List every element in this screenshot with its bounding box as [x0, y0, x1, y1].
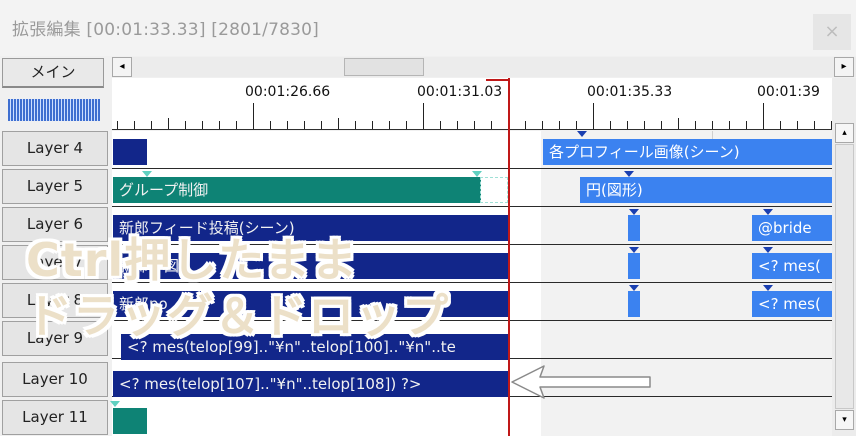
- clip-marker: [629, 247, 639, 253]
- ruler-tick: [542, 121, 543, 129]
- ruler-tick: [304, 121, 305, 129]
- scroll-right-arrow-icon[interactable]: ▸: [834, 57, 854, 77]
- ruler-tick: [134, 121, 135, 129]
- clip-marker: [629, 285, 639, 291]
- scroll-up-arrow-icon[interactable]: ▴: [835, 123, 854, 143]
- ruler-tick: [491, 121, 492, 129]
- clip-drag-ghost: [480, 177, 508, 203]
- ruler-tick: [712, 121, 713, 129]
- ruler-tick: [389, 121, 390, 129]
- ruler-tick: [440, 121, 441, 129]
- clip-layer4-small[interactable]: [113, 139, 147, 165]
- ruler-tick: [117, 121, 118, 129]
- ruler-tick: [661, 121, 662, 129]
- ruler-tick: [372, 121, 373, 129]
- ruler-tick: [610, 121, 611, 129]
- ruler-label: 00:01:35.33: [587, 84, 673, 100]
- ruler-label: 00:01:26.66: [245, 84, 331, 100]
- ruler-tick: [576, 121, 577, 129]
- ruler-tick: [406, 121, 407, 129]
- layer-4-button[interactable]: Layer 4: [2, 131, 108, 166]
- clip-marker: [629, 209, 639, 215]
- clip-marker: [763, 247, 773, 253]
- ruler-tick: [253, 103, 254, 129]
- ruler-label: 00:01:31.03: [417, 84, 503, 100]
- ruler-tick: [338, 118, 339, 129]
- clip-marker: [763, 209, 773, 215]
- zoom-gauge[interactable]: [8, 99, 100, 121]
- ruler-label: 00:01:39: [757, 84, 820, 100]
- layer-10-button[interactable]: Layer 10: [2, 362, 108, 397]
- row-divider: [541, 206, 832, 207]
- scroll-down-arrow-icon[interactable]: ▾: [835, 410, 854, 430]
- ruler-tick: [202, 121, 203, 129]
- ruler-tick: [287, 121, 288, 129]
- row-divider: [541, 320, 832, 321]
- scene-select-button[interactable]: メイン: [2, 58, 104, 88]
- row-divider: [541, 244, 832, 245]
- row-divider: [541, 358, 832, 359]
- clip-marker: [577, 131, 587, 137]
- clip-layer4-profile-scene[interactable]: 各プロフィール画像(シーン): [543, 139, 832, 165]
- ruler-tick: [644, 121, 645, 129]
- time-ruler[interactable]: 00:01:26.66 00:01:31.03 00:01:35.33 00:0…: [112, 78, 832, 130]
- clip-layer6-small[interactable]: [628, 215, 640, 241]
- ruler-tick: [185, 121, 186, 129]
- ruler-tick: [729, 121, 730, 129]
- clip-layer11-teal[interactable]: [113, 408, 147, 434]
- window-title: 拡張編集 [00:01:33.33] [2801/7830]: [12, 20, 319, 40]
- scroll-left-arrow-icon[interactable]: ◂: [112, 57, 132, 77]
- clip-marker: [472, 171, 482, 177]
- ruler-tick: [525, 121, 526, 129]
- playhead-marker: [486, 79, 510, 81]
- clip-marker: [142, 171, 152, 177]
- ruler-tick: [780, 121, 781, 129]
- clip-layer8-mes[interactable]: <? mes(: [752, 291, 832, 317]
- ruler-tick: [593, 103, 594, 129]
- layer-11-button[interactable]: Layer 11: [2, 400, 108, 435]
- annotation-arrow-icon: [511, 365, 651, 399]
- ruler-tick: [219, 121, 220, 129]
- horizontal-scroll-thumb[interactable]: [344, 58, 424, 76]
- annotation-text-line2: ドラッグ＆ドロップ: [26, 289, 449, 343]
- ruler-tick: [457, 121, 458, 129]
- ruler-tick: [678, 118, 679, 129]
- clip-circle-shape[interactable]: 円(図形): [580, 177, 832, 203]
- clip-layer8-small[interactable]: [628, 291, 640, 317]
- clip-group-control[interactable]: グループ制御: [113, 177, 481, 203]
- ruler-tick: [355, 121, 356, 129]
- clip-marker: [763, 285, 773, 291]
- clip-layer10-telop[interactable]: <? mes(telop[107].."¥n"..telop[108]) ?>: [113, 371, 508, 397]
- clip-marker: [624, 171, 634, 177]
- ruler-tick: [423, 103, 424, 129]
- clip-bride-text[interactable]: @bride: [752, 215, 832, 241]
- ruler-tick: [270, 121, 271, 129]
- clip-marker: [110, 401, 120, 407]
- title-bar: 拡張編集 [00:01:33.33] [2801/7830] ×: [0, 0, 856, 56]
- ruler-tick: [236, 121, 237, 129]
- row-divider: [541, 168, 832, 169]
- vertical-scrollbar[interactable]: ▴ ▾: [832, 78, 856, 436]
- ruler-tick: [763, 103, 764, 129]
- layer-5-button[interactable]: Layer 5: [2, 169, 108, 204]
- clip-layer7-mes[interactable]: <? mes(: [752, 253, 832, 279]
- ruler-tick: [168, 118, 169, 129]
- horizontal-scrollbar[interactable]: ◂ ▸: [112, 57, 856, 77]
- ruler-tick: [151, 121, 152, 129]
- ruler-tick: [474, 121, 475, 129]
- ruler-tick: [321, 121, 322, 129]
- ruler-tick: [559, 121, 560, 129]
- vertical-scroll-track[interactable]: [835, 144, 854, 409]
- row-divider: [541, 282, 832, 283]
- ruler-tick: [746, 121, 747, 129]
- ruler-tick: [797, 121, 798, 129]
- ruler-tick: [627, 121, 628, 129]
- clip-layer7-small[interactable]: [628, 253, 640, 279]
- ruler-tick: [814, 121, 815, 129]
- ruler-tick: [695, 121, 696, 129]
- close-icon: ×: [824, 21, 840, 42]
- close-button[interactable]: ×: [813, 14, 851, 50]
